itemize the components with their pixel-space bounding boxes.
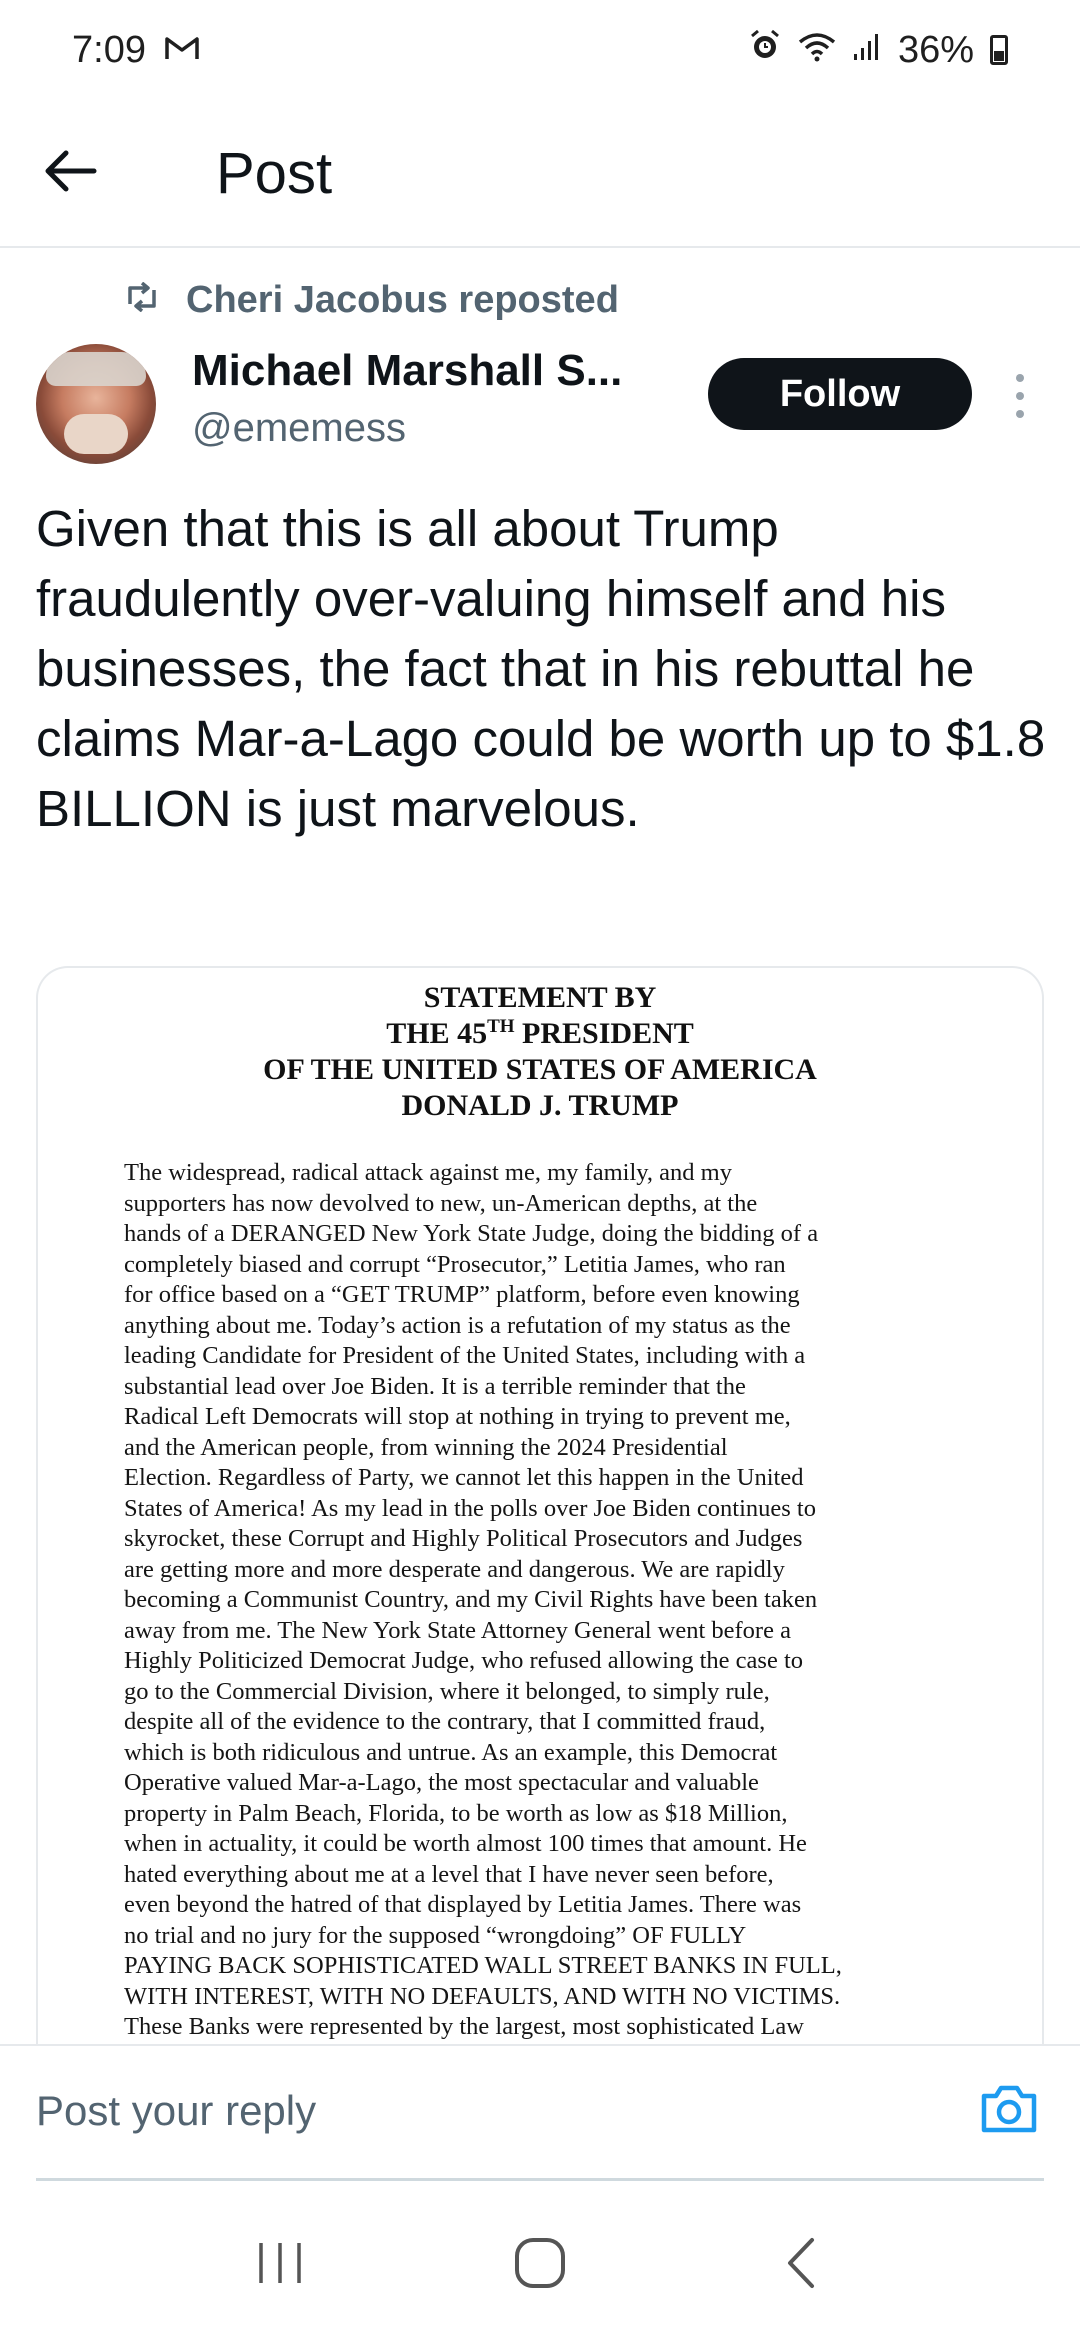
back-icon [782, 2236, 818, 2295]
statement-body-line: The widespread, radical attack against m… [124, 1159, 732, 1186]
statement-body-line: property in Palm Beach, Florida, to be w… [124, 1799, 788, 1827]
recents-icon [255, 2240, 305, 2291]
statement-body-line: and the American people, from winning th… [124, 1433, 728, 1461]
statement-body-line: no trial and no jury for the supposed “w… [124, 1921, 747, 1949]
avatar-hand [64, 414, 128, 454]
follow-button[interactable]: Follow [708, 358, 972, 430]
statement-body-line: PAYING BACK SOPHISTICATED WALL STREET BA… [124, 1952, 842, 1979]
home-icon [513, 2236, 567, 2295]
more-dot [1016, 410, 1024, 418]
statement-line-1: STATEMENT BY [423, 981, 657, 1014]
status-time: 7:09 [72, 28, 146, 71]
statement-body-line: Operative valued Mar-a-Lago, the most sp… [124, 1769, 759, 1796]
statement-body: The widespread, radical attack against m… [38, 1158, 1042, 2043]
system-nav-bar [0, 2190, 1080, 2340]
repost-icon [124, 279, 160, 322]
statement-body-line: even beyond the hatred of that displayed… [124, 1891, 802, 1918]
recents-button[interactable] [235, 2220, 325, 2310]
statement-body-line: skyrocket, these Corrupt and Highly Poli… [124, 1525, 803, 1552]
gmail-icon [164, 29, 200, 72]
statement-body-line: Highly Politicized Democrat Judge, who r… [124, 1647, 804, 1674]
statement-body-line: These Banks were represented by the larg… [124, 2013, 804, 2040]
statement-line-2: THE 45TH PRESIDENT [38, 1016, 1042, 1052]
more-dot [1016, 374, 1024, 382]
statement-body-line: hated everything about me at a level tha… [124, 1860, 774, 1888]
statement-body-line: when in actuality, it could be worth alm… [124, 1830, 807, 1857]
statement-body-line: Election. Regardless of Party, we cannot… [124, 1464, 804, 1491]
status-bar: 7:09 36% [0, 0, 1080, 100]
more-options-button[interactable] [1004, 366, 1036, 426]
statement-heading: STATEMENT BY THE 45TH PRESIDENT OF THE U… [38, 980, 1042, 1124]
battery-icon [990, 35, 1008, 65]
statement-body-line: Radical Left Democrats will stop at noth… [124, 1403, 791, 1430]
wifi-icon [798, 29, 836, 72]
statement-body-line: away from me. The New York State Attorne… [124, 1616, 791, 1644]
statement-body-line: are getting more and more desperate and … [124, 1555, 785, 1583]
statement-body-line: for office based on a “GET TRUMP” platfo… [124, 1281, 800, 1308]
statement-body-line: which is both ridiculous and untrue. As … [124, 1738, 778, 1766]
post-text: Given that this is all about Trump fraud… [36, 500, 1046, 837]
statement-body-line: hands of a DERANGED New York State Judge… [124, 1220, 819, 1247]
status-right: 36% [748, 28, 1008, 72]
nav-back-button[interactable] [755, 2220, 845, 2310]
page-title: Post [216, 140, 333, 206]
author-info[interactable]: Michael Marshall S... @ememess [192, 346, 662, 451]
statement-line-2-sup: TH [487, 1016, 515, 1037]
statement-line-2-pre: THE 45 [386, 1017, 488, 1050]
statement-body-line: States of America! As my lead in the pol… [124, 1494, 816, 1522]
statement-line-2-post: PRESIDENT [514, 1017, 694, 1050]
camera-button[interactable] [976, 2078, 1042, 2144]
avatar[interactable] [36, 344, 156, 464]
signal-icon [852, 29, 882, 72]
home-button[interactable] [495, 2220, 585, 2310]
post-image[interactable]: STATEMENT BY THE 45TH PRESIDENT OF THE U… [36, 966, 1044, 2056]
statement-body-line: supporters has now devolved to new, un-A… [124, 1189, 758, 1217]
more-dot [1016, 392, 1024, 400]
avatar-hair [46, 352, 146, 386]
reply-underline [36, 2178, 1044, 2181]
statement-line-3: OF THE UNITED STATES OF AMERICA [263, 1053, 817, 1086]
statement-line-4: DONALD J. TRUMP [401, 1089, 679, 1122]
statement-body-line: despite all of the evidence to the contr… [124, 1708, 766, 1735]
camera-icon [978, 2082, 1040, 2141]
statement-body-line: go to the Commercial Division, where it … [124, 1677, 770, 1705]
author-name[interactable]: Michael Marshall S... [192, 346, 662, 396]
repost-indicator[interactable]: Cheri Jacobus reposted [124, 270, 619, 330]
status-left: 7:09 [72, 29, 200, 72]
statement-body-line: leading Candidate for President of the U… [124, 1342, 806, 1369]
alarm-icon [748, 28, 782, 72]
statement-body-line: becoming a Communist Country, and my Civ… [124, 1586, 818, 1613]
statement-body-line: substantial lead over Joe Biden. It is a… [124, 1372, 746, 1400]
reply-bar: Post your reply [0, 2044, 1080, 2184]
statement-body-line: WITH INTEREST, WITH NO DEFAULTS, AND WIT… [124, 1982, 841, 2010]
repost-text: Cheri Jacobus reposted [186, 278, 619, 321]
statement-body-line: completely biased and corrupt “Prosecuto… [124, 1250, 786, 1278]
reply-input[interactable]: Post your reply [36, 2046, 976, 2176]
author-handle[interactable]: @ememess [192, 406, 662, 451]
statement-body-line: anything about me. Today’s action is a r… [124, 1311, 791, 1339]
battery-percent: 36% [897, 28, 974, 71]
arrow-left-icon [42, 147, 98, 200]
back-button[interactable] [0, 99, 140, 247]
top-app-bar: Post [0, 100, 1080, 248]
